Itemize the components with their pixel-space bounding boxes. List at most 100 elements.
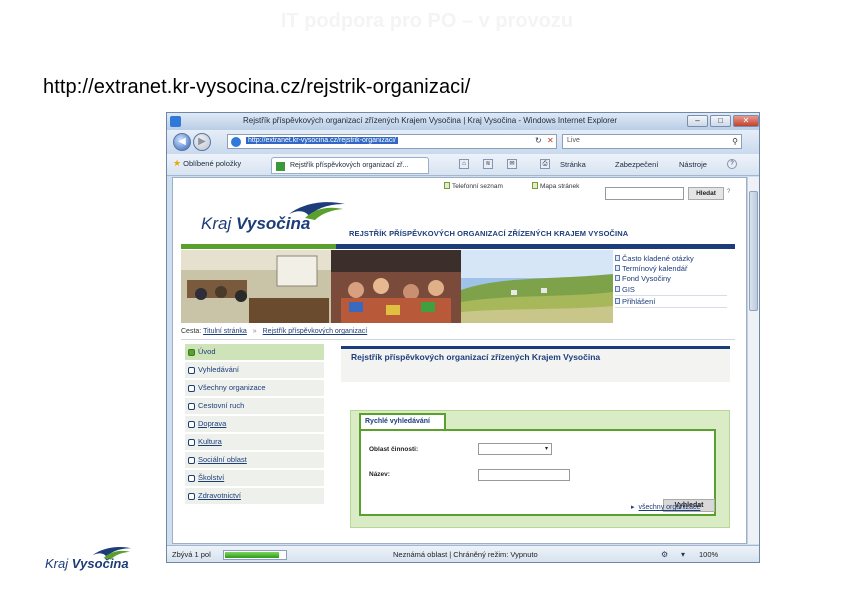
forward-button[interactable]: ▶	[193, 133, 211, 151]
security-icon[interactable]: ⚙	[661, 550, 668, 559]
refresh-icon[interactable]: ↻	[535, 136, 542, 145]
sidenav-label: Cestovní ruch	[198, 401, 245, 410]
footer-logo-kraj: Kraj	[45, 556, 69, 571]
address-url: http://extranet.kr-vysocina.cz/rejstrik-…	[246, 137, 398, 144]
nav-bullet-icon	[188, 457, 195, 464]
footer-logo-text: Kraj Vysočina	[45, 556, 129, 571]
activity-select[interactable]: ▾	[478, 443, 552, 455]
nav-bullet-icon	[188, 421, 195, 428]
search-input[interactable]: Live ⚲	[562, 134, 742, 149]
quick-search-header: Rychlé vyhledávání	[359, 413, 446, 430]
phone-directory-label: Telefonní seznam	[452, 183, 503, 190]
sidenav-label: Sociální oblast	[198, 455, 247, 464]
site-search-button[interactable]: Hledat	[688, 187, 724, 200]
phone-directory-link[interactable]: Telefonní seznam	[444, 182, 503, 190]
print-icon[interactable]: ⎙	[540, 159, 550, 169]
scrollbar-thumb[interactable]	[749, 191, 758, 311]
help-icon[interactable]: ?	[727, 159, 737, 169]
sidenav-label: Školství	[198, 473, 225, 482]
browser-tab[interactable]: Rejstřík příspěvkových organizací zř...	[271, 157, 429, 174]
progress-bar	[223, 550, 287, 560]
bullet-icon	[615, 255, 620, 261]
breadcrumb-separator: »	[252, 328, 257, 335]
ie-app-icon	[170, 116, 181, 127]
footer-logo: Kraj Vysočina	[45, 545, 135, 575]
quick-link-login[interactable]: Přihlášení	[615, 297, 730, 307]
sidenav-item-skolstvi[interactable]: Školství	[185, 470, 324, 486]
slide-url: http://extranet.kr-vysocina.cz/rejstrik-…	[43, 76, 471, 98]
header-heading: REJSTŘÍK PŘÍSPĚVKOVÝCH ORGANIZACÍ ZŘÍZEN…	[349, 229, 629, 238]
vertical-scrollbar[interactable]	[747, 177, 759, 544]
safety-menu[interactable]: Zabezpečení	[615, 160, 658, 169]
quick-links-divider	[615, 307, 727, 309]
tools-menu[interactable]: Nástroje	[679, 160, 707, 169]
quick-link-faq[interactable]: Často kladené otázky	[615, 254, 730, 264]
zoom-dropdown-icon[interactable]: ▾	[681, 550, 685, 559]
search-help-link[interactable]: ?	[727, 189, 730, 195]
title-bar: Rejstřík příspěvkových organizací zřízen…	[167, 113, 759, 130]
maximize-button[interactable]: □	[710, 115, 731, 127]
nav-bullet-icon	[188, 439, 195, 446]
window-title: Rejstřík příspěvkových organizací zřízen…	[243, 116, 618, 125]
breadcrumb-divider	[181, 339, 735, 340]
sidenav-item-zdravotnictvi[interactable]: Zdravotnictví	[185, 488, 324, 504]
quick-link-label: Fond Vysočiny	[622, 274, 671, 284]
quick-link-calendar[interactable]: Termínový kalendář	[615, 264, 730, 274]
page-menu[interactable]: Stránka	[560, 160, 586, 169]
chevron-down-icon: ▾	[544, 446, 548, 452]
bullet-icon	[615, 285, 620, 292]
breadcrumb-current-link[interactable]: Rejstřík příspěvkových organizací	[263, 328, 368, 335]
star-icon: ★	[173, 158, 182, 168]
nav-bullet-icon	[188, 403, 195, 410]
nav-bullet-icon	[188, 493, 195, 500]
site-search-input[interactable]	[605, 187, 684, 200]
stop-icon[interactable]: ✕	[547, 136, 554, 145]
name-input[interactable]	[478, 469, 570, 481]
favorites-label: Oblíbené položky	[183, 159, 242, 168]
phone-icon	[444, 182, 450, 189]
bullet-icon	[615, 265, 620, 272]
activity-field-label: Oblast činnosti:	[369, 446, 419, 453]
quick-link-fund[interactable]: Fond Vysočiny	[615, 274, 730, 284]
minimize-button[interactable]: –	[687, 115, 708, 127]
search-icon[interactable]: ⚲	[732, 137, 738, 146]
back-button[interactable]: ◀	[173, 133, 191, 151]
sitemap-link[interactable]: Mapa stránek	[532, 182, 579, 190]
status-bar: Zbývá 1 pol Neznámá oblast | Chráněný re…	[167, 545, 759, 562]
quick-links: Často kladené otázky Termínový kalendář …	[615, 254, 730, 309]
sitemap-label: Mapa stránek	[540, 183, 580, 190]
web-page: Telefonní seznam Mapa stránek Hledat ? K…	[181, 178, 735, 543]
mail-icon[interactable]: ✉	[507, 159, 517, 169]
footer-logo-vysocina: Vysočina	[71, 556, 129, 571]
logo-text-kraj: Kraj	[201, 214, 232, 233]
favorites-button[interactable]: ★ Oblíbené položky	[173, 158, 241, 169]
tab-favicon-icon	[276, 162, 285, 171]
site-logo[interactable]: Kraj Vysočina	[201, 200, 345, 240]
sidenav-item-vsechny[interactable]: Všechny organizace	[185, 380, 324, 396]
quick-links-divider	[615, 294, 727, 296]
sidenav-item-vyhledavani[interactable]: Vyhledávání	[185, 362, 324, 378]
sidenav-label: Kultura	[198, 437, 222, 446]
sidenav-item-uvod[interactable]: Úvod	[185, 344, 324, 360]
breadcrumb-home-link[interactable]: Titulní stránka	[203, 328, 247, 335]
all-organizations-link[interactable]: ▸ všechny organizace	[631, 503, 700, 511]
sidenav-label: Všechny organizace	[198, 383, 266, 392]
name-field-label: Název:	[369, 471, 390, 478]
bullet-icon	[615, 297, 620, 304]
feeds-icon[interactable]: ≋	[483, 159, 493, 169]
sidenav-item-socialni[interactable]: Sociální oblast	[185, 452, 324, 468]
address-input[interactable]: http://extranet.kr-vysocina.cz/rejstrik-…	[227, 134, 557, 149]
quick-link-label: Často kladené otázky	[622, 254, 694, 263]
sidenav-item-doprava[interactable]: Doprava	[185, 416, 324, 432]
sidenav-item-cestovni-ruch[interactable]: Cestovní ruch	[185, 398, 324, 414]
sidenav-label: Doprava	[198, 419, 227, 428]
quick-link-gis[interactable]: GIS	[615, 285, 730, 295]
home-icon[interactable]: ⌂	[459, 159, 469, 169]
nav-bullet-icon	[188, 367, 195, 374]
close-button[interactable]: ✕	[733, 115, 759, 127]
zoom-level[interactable]: 100%	[699, 550, 718, 559]
sidenav-label: Úvod	[198, 347, 216, 356]
sidenav-item-kultura[interactable]: Kultura	[185, 434, 324, 450]
browser-window: Rejstřík příspěvkových organizací zřízen…	[166, 112, 760, 563]
nav-bullet-icon	[188, 385, 195, 392]
